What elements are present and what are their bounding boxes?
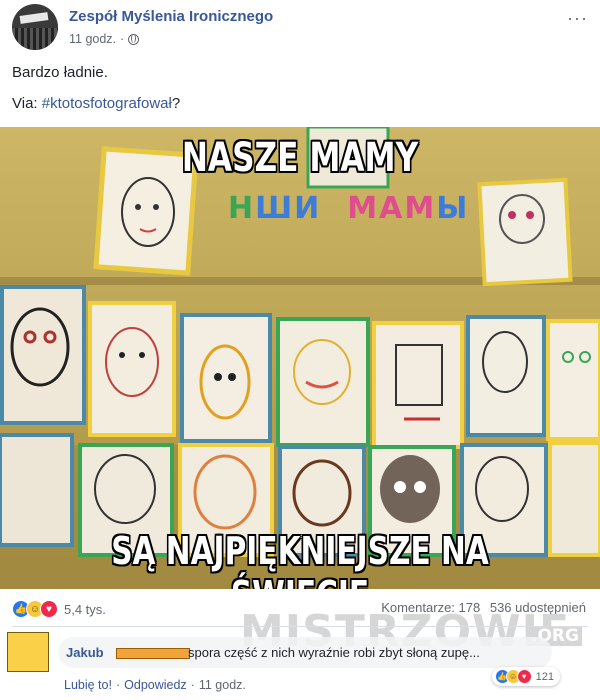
reaction-summary[interactable]: 👍 ☺ ♥ 5,4 tys. [12, 600, 106, 618]
banner-letter: М [347, 191, 378, 226]
action-separator: · [190, 678, 195, 692]
love-reaction-icon: ♥ [516, 669, 532, 684]
page-name-link[interactable]: Zespół Myślenia Ironicznego [69, 8, 273, 25]
avatar-crowd [12, 28, 58, 50]
avatar-sign [19, 12, 49, 24]
banner-letter: Ы [436, 191, 468, 226]
comment-reactions[interactable]: 👍 ☺ ♥ 121 [491, 667, 560, 686]
cyrillic-letters-banner: Н Ш И М А М Ы [228, 191, 467, 226]
post-header: Zespół Myślenia Ironicznego 11 godz. · ·… [12, 4, 588, 56]
comment-reaction-count: 121 [535, 670, 554, 683]
banner-letter: Н [228, 191, 254, 226]
comment-author-link[interactable]: Jakub [66, 645, 104, 660]
post-meta: 11 godz. · [69, 32, 140, 46]
post-via: Via: #ktotosfotografował? [12, 95, 180, 112]
divider [12, 626, 588, 627]
meme-caption-bottom: SĄ NAJPIĘKNIEJSZE NA ŚWIECIE [111, 529, 489, 589]
banner-letter: А [379, 191, 403, 226]
hashtag-link[interactable]: #ktotosfotografował [42, 95, 172, 112]
post-text: Bardzo ładnie. [12, 64, 108, 81]
page-avatar[interactable] [12, 4, 58, 50]
reaction-count[interactable]: 5,4 tys. [64, 602, 106, 617]
comment-time[interactable]: 11 godz. [199, 678, 246, 692]
via-suffix: ? [171, 95, 181, 112]
globe-icon[interactable] [128, 33, 140, 45]
banner-letter: Ш [255, 191, 293, 226]
post-time[interactable]: 11 godz. [69, 32, 116, 46]
meta-separator: · [120, 32, 125, 46]
commenter-avatar[interactable] [7, 632, 49, 672]
comment-like-button[interactable]: Lubię to! [64, 678, 112, 692]
via-label: Via: [12, 95, 42, 112]
drawing-top-right [477, 177, 573, 287]
action-separator: · [115, 678, 121, 692]
comment-bubble: Jakub spora część z nich wyraźnie robi z… [58, 637, 560, 686]
meme-caption-top: NASZE MAMY [181, 135, 419, 181]
comment-actions: Lubię to! · Odpowiedz · 11 godz. [64, 678, 246, 692]
banner-letter: М [404, 191, 435, 226]
comment-text: spora część z nich wyraźnie robi zbyt sł… [188, 645, 480, 660]
banner-letter: И [294, 191, 320, 226]
comment-reply-button[interactable]: Odpowiedz [124, 678, 187, 692]
redacted-surname [116, 648, 190, 659]
love-reaction-icon: ♥ [40, 600, 58, 618]
post-image[interactable]: NASZE MAMY Н Ш И М А М Ы SĄ NAJPIĘKNIEJS… [0, 127, 600, 589]
more-options-icon[interactable]: ··· [567, 8, 588, 29]
